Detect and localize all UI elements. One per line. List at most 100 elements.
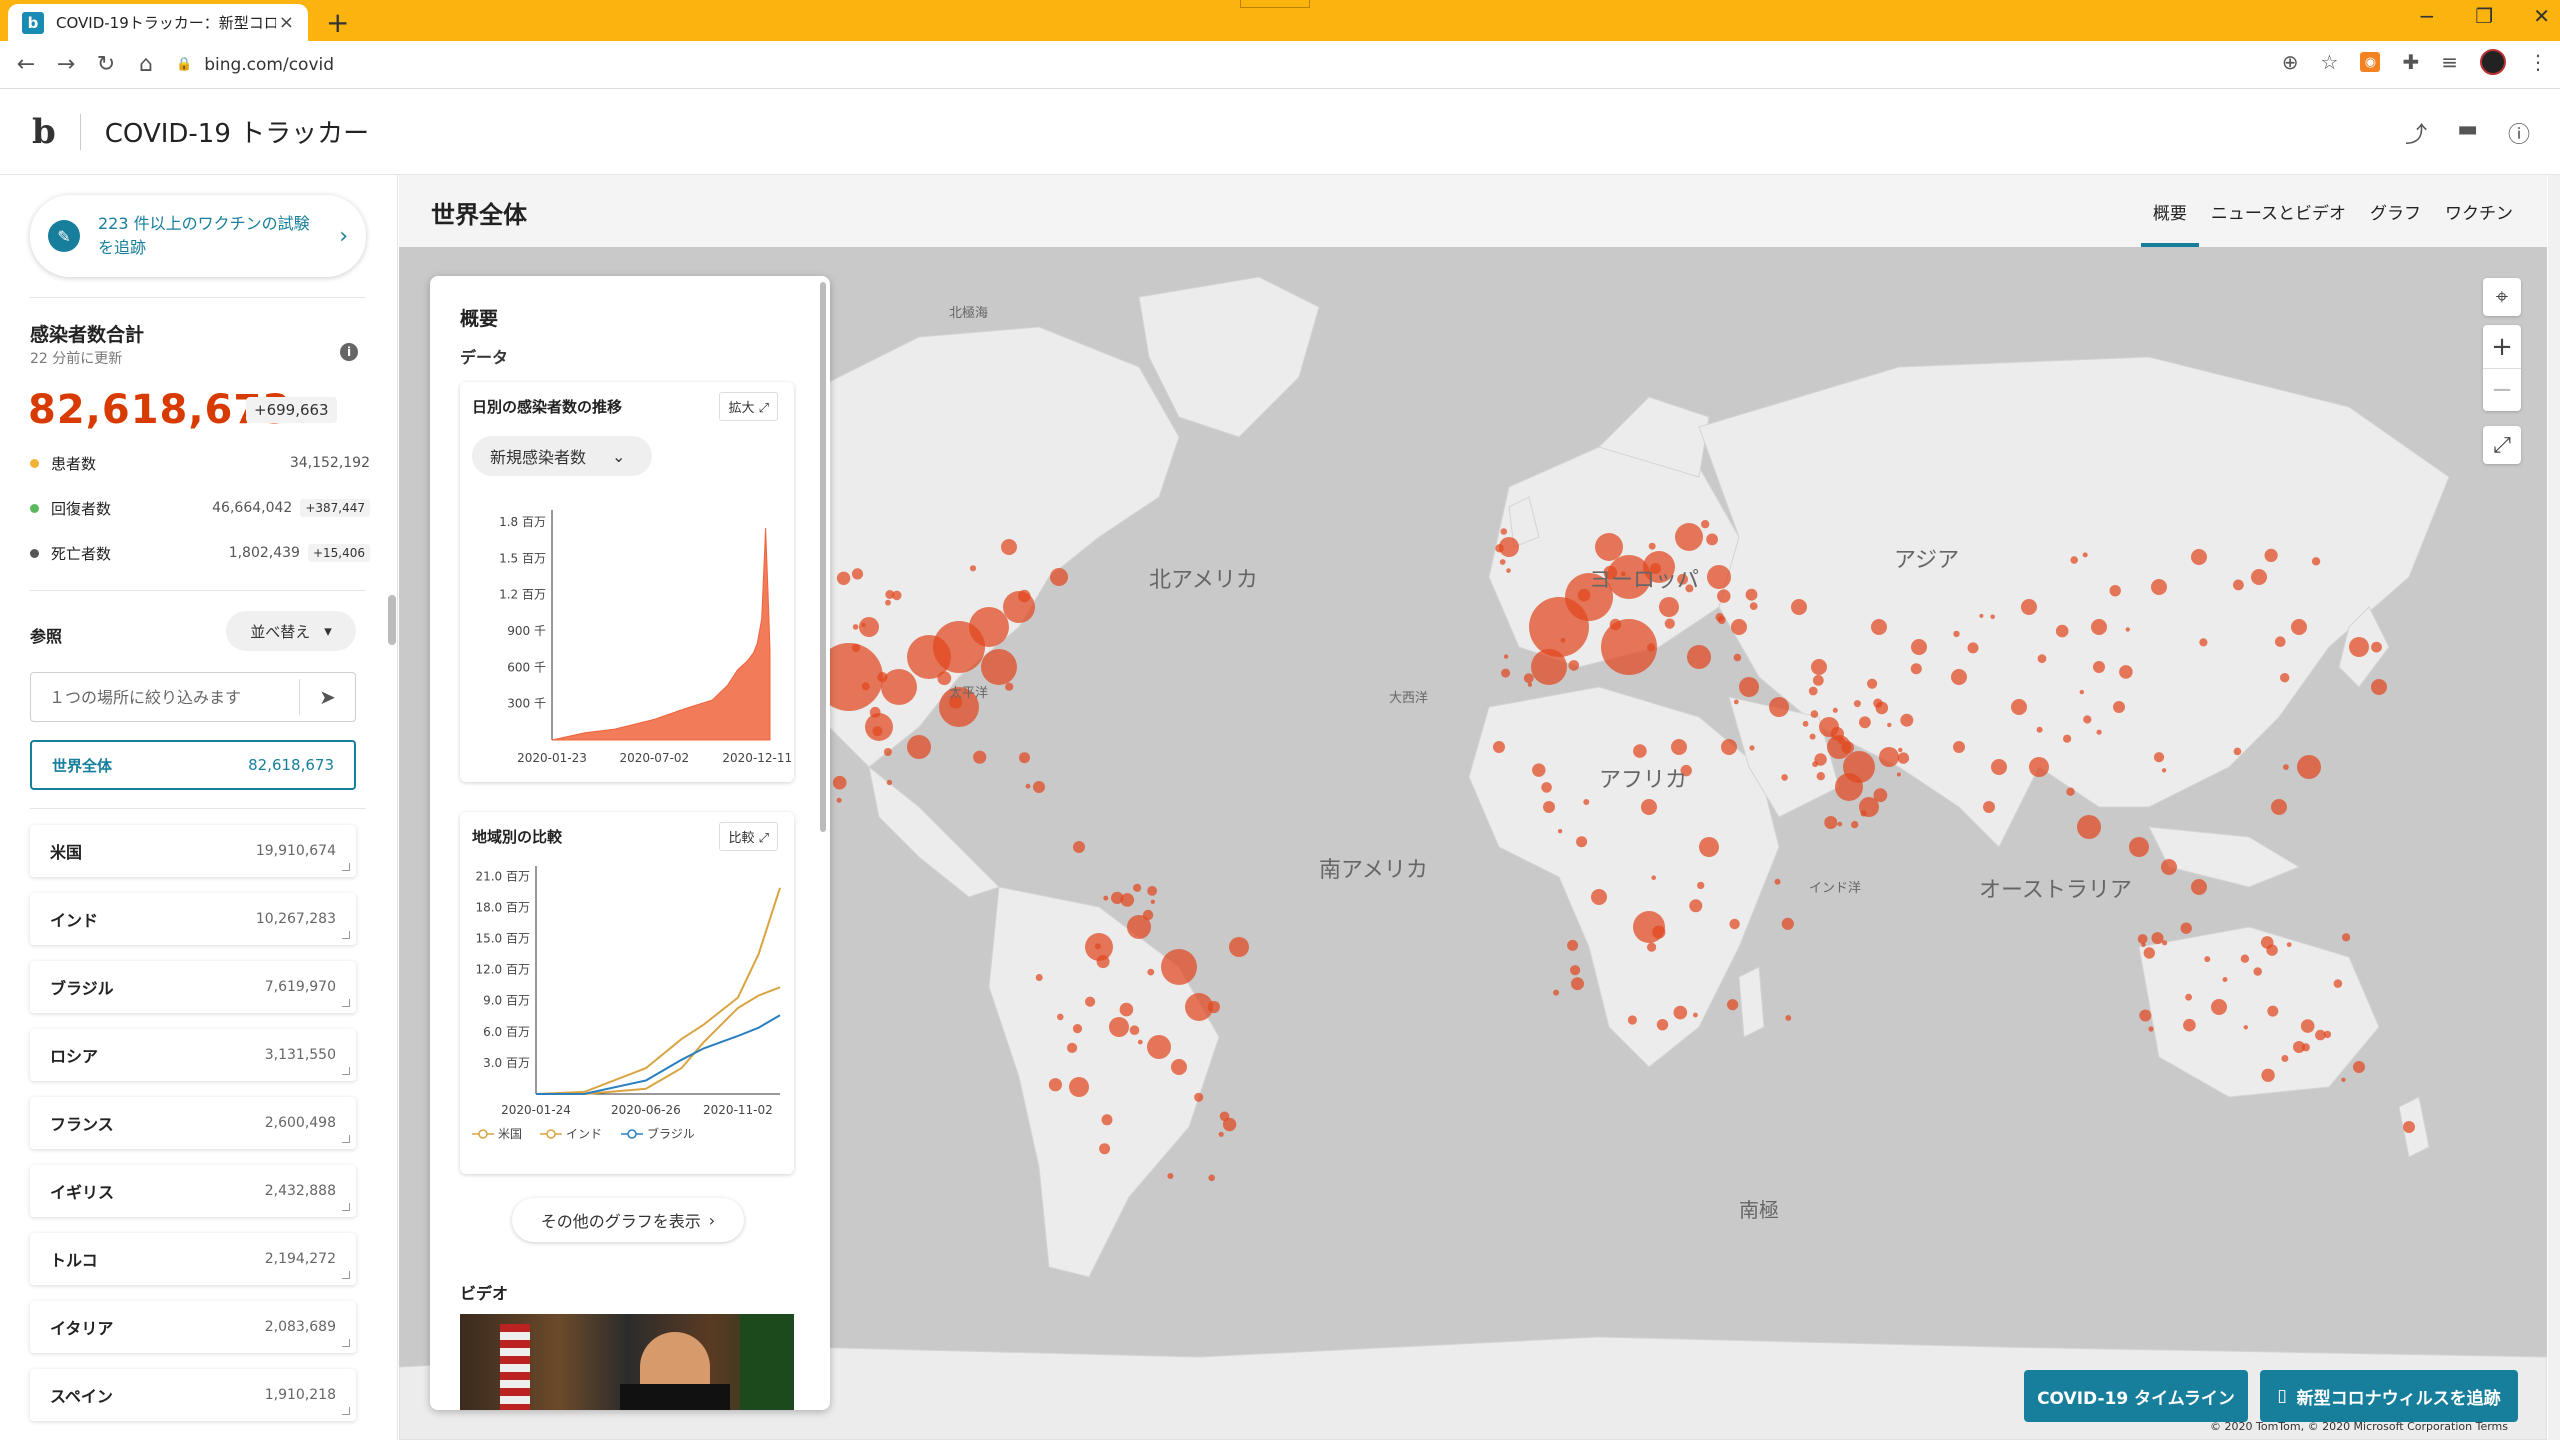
case-bubble[interactable] [2297,755,2321,779]
case-bubble[interactable] [2283,764,2289,770]
case-bubble[interactable] [1664,618,1675,629]
case-bubble[interactable] [1769,697,1789,717]
case-bubble[interactable] [1721,739,1737,755]
case-bubble[interactable] [1073,841,1085,853]
case-bubble[interactable] [1595,533,1623,561]
case-bubble[interactable] [2113,701,2125,713]
case-bubble[interactable] [1560,637,1566,643]
case-bubble[interactable] [1103,895,1109,901]
case-bubble[interactable] [1859,716,1871,729]
sidebar-scrollbar[interactable] [388,595,396,645]
case-bubble[interactable] [2185,993,2192,1001]
case-bubble[interactable] [2070,556,2078,564]
case-bubble[interactable] [1879,747,1899,767]
case-bubble[interactable] [2083,715,2092,724]
share-icon[interactable]: ⤴ [2405,117,2427,149]
minimize-icon[interactable]: − [2419,4,2436,28]
case-bubble[interactable] [1570,965,1581,976]
case-bubble[interactable] [861,622,866,628]
case-bubble[interactable] [2286,942,2292,947]
case-bubble[interactable] [1493,741,1505,753]
case-bubble[interactable] [1541,782,1552,793]
case-bubble[interactable] [2125,627,2130,632]
case-bubble[interactable] [1675,523,1703,551]
case-bubble[interactable] [1791,599,1807,615]
case-bubble[interactable] [981,649,1017,685]
case-bubble[interactable] [1147,1035,1171,1059]
case-bubble[interactable] [1568,660,1580,671]
tab-graphs[interactable]: グラフ [2358,175,2433,247]
case-bubble[interactable] [2162,940,2168,946]
case-bubble[interactable] [861,682,870,691]
case-bubble[interactable] [872,726,883,737]
url-field[interactable]: 🔒 bing.com/covid [176,55,334,75]
case-bubble[interactable] [2093,661,2105,673]
case-bubble[interactable] [2109,585,2121,597]
case-bubble[interactable] [2243,1025,2248,1030]
case-bubble[interactable] [1557,829,1563,834]
case-bubble[interactable] [1733,699,1739,705]
sidebar-item-world[interactable]: 世界全体 82,618,673 [30,740,356,790]
case-bubble[interactable] [1133,883,1142,892]
case-bubble[interactable] [886,779,893,786]
case-bubble[interactable] [1697,881,1705,890]
page-scrollbar[interactable] [2548,175,2560,1440]
case-bubble[interactable] [1648,542,1656,550]
case-bubble[interactable] [1218,1131,1224,1137]
case-bubble[interactable] [2139,1009,2152,1022]
zoom-out-icon[interactable]: − [2483,368,2521,411]
case-bubble[interactable] [1067,1042,1078,1053]
forward-icon[interactable]: → [46,52,86,77]
case-bubble[interactable] [2371,641,2382,653]
track-virus-button[interactable]: ▯ 新型コロナウィルスを追跡 [2260,1370,2518,1422]
case-bubble[interactable] [2161,859,2177,875]
window-close-icon[interactable]: ✕ [2533,4,2550,28]
case-bubble[interactable] [2211,999,2227,1015]
browser-tab[interactable]: b COVID-19トラッカー：新型コロナウ × [8,4,308,41]
case-bubble[interactable] [1860,810,1867,817]
case-bubble[interactable] [1785,1015,1792,1021]
case-bubble[interactable] [2011,699,2027,715]
case-bubble[interactable] [1194,1092,1204,1102]
locate-me-icon[interactable]: ➤ [299,679,355,715]
map-locate-icon[interactable]: ⌖ [2483,278,2521,316]
case-bubble[interactable] [2180,922,2192,934]
case-bubble[interactable] [1501,668,1511,678]
case-bubble[interactable] [1835,773,1863,801]
case-bubble[interactable] [1687,645,1711,669]
sort-button[interactable]: 並べ替え ▾ [226,611,356,651]
case-bubble[interactable] [1137,1039,1143,1045]
case-bubble[interactable] [1781,917,1794,930]
case-bubble[interactable] [1583,799,1590,805]
case-bubble[interactable] [2253,967,2262,976]
case-bubble[interactable] [937,671,952,686]
case-bubble[interactable] [2333,979,2343,988]
info-icon[interactable]: i [340,343,358,361]
case-bubble[interactable] [851,568,864,580]
case-bubble[interactable] [1085,996,1096,1007]
metric-dropdown[interactable]: 新規感染者数 ⌄ [472,436,652,476]
case-bubble[interactable] [1707,565,1731,589]
case-bubble[interactable] [1739,677,1759,697]
case-bubble[interactable] [1693,1012,1698,1018]
case-bubble[interactable] [1543,801,1555,813]
case-bubble[interactable] [1953,741,1965,753]
tab-overview[interactable]: 概要 [2140,175,2199,247]
case-bubble[interactable] [2137,934,2148,944]
case-bubble[interactable] [852,624,859,630]
case-bubble[interactable] [1717,589,1731,603]
case-bubble[interactable] [1851,820,1859,829]
case-bubble[interactable] [969,607,1009,647]
case-bubble[interactable] [2261,1068,2275,1082]
sidebar-item-country[interactable]: ブラジル 7,619,970 [30,961,356,1013]
case-bubble[interactable] [1523,673,1534,684]
expand-button[interactable]: 拡大 ⤢ [719,392,778,421]
tab-close-icon[interactable]: × [279,12,294,33]
install-app-icon[interactable]: ⊕ [2282,50,2299,74]
case-bubble[interactable] [1005,682,1014,691]
sidebar-item-country[interactable]: スペイン 1,910,218 [30,1369,356,1421]
case-bubble[interactable] [851,643,861,653]
case-bubble[interactable] [1503,654,1509,659]
panel-scrollbar[interactable] [820,282,826,832]
case-bubble[interactable] [2240,954,2250,963]
